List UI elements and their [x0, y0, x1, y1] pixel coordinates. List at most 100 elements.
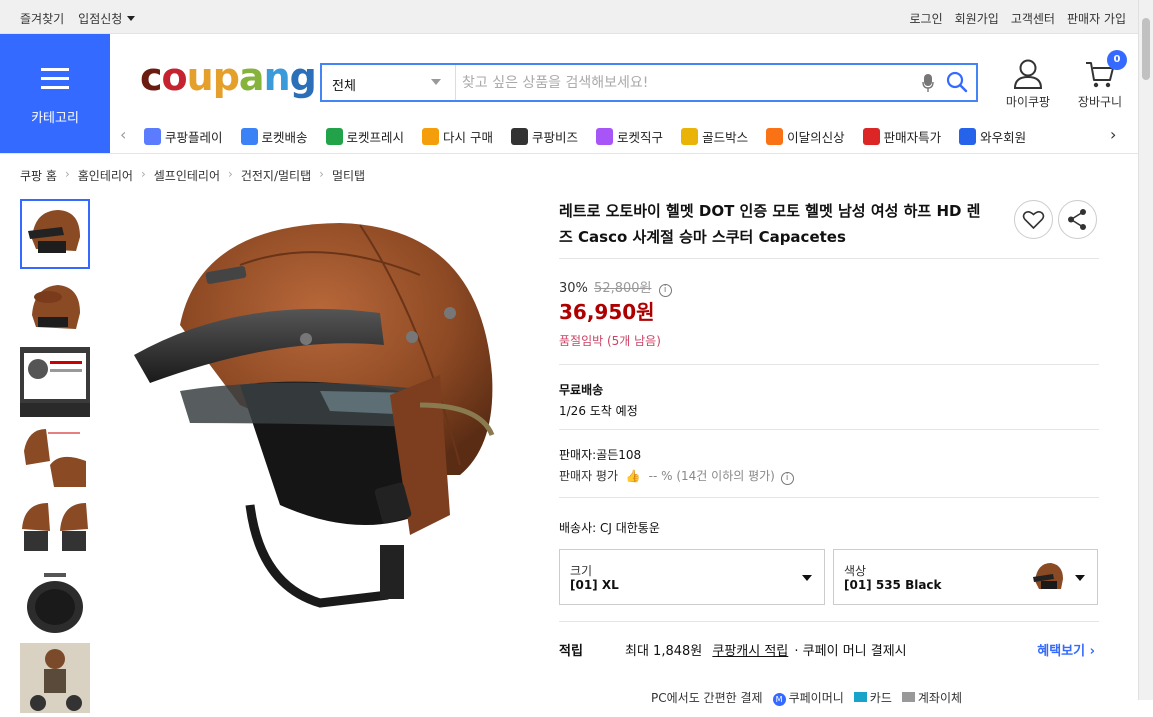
card-label: 카드 [869, 691, 892, 705]
hamburger-icon [41, 68, 69, 95]
biz-icon [511, 128, 529, 145]
divider [559, 258, 1099, 259]
quick-nav-item[interactable]: 와우회원 [959, 127, 1026, 146]
quick-nav-label: 다시 구매 [443, 130, 494, 145]
scrollbar-thumb[interactable] [1142, 18, 1150, 80]
bank-transfer[interactable]: 계좌이체 [901, 689, 962, 706]
seller-name[interactable]: 판매자:골든108 [559, 446, 641, 463]
seller-signup-link[interactable]: 판매자 가입 [1067, 10, 1126, 27]
coupang-logo[interactable]: coupang [140, 55, 317, 99]
size-select[interactable]: 크기 [01] XL [559, 549, 825, 605]
chevron-down-icon [431, 79, 441, 85]
product-thumbnail[interactable] [20, 273, 90, 343]
benefits-label: 혜택보기 [1037, 644, 1086, 659]
signup-link[interactable]: 회원가입 [955, 10, 999, 27]
seller-apply-link[interactable]: 입점신청 [78, 10, 136, 27]
cart-count-badge: 0 [1107, 50, 1127, 70]
search-category-select[interactable]: 전체 [322, 65, 456, 100]
shipping-type: 무료배송 [559, 383, 604, 397]
breadcrumb-item[interactable]: 건전지/멀티탭 [241, 167, 311, 184]
quick-nav-items: 쿠팡플레이 로켓배송 로켓프레시 다시 구매 쿠팡비즈 로켓직구 골드박스 이달의신상 판매자특… [144, 127, 1096, 146]
mycoupang-button[interactable]: 마이쿠팡 [1003, 58, 1053, 110]
price-discount-row: 30% 52,800원 i [559, 277, 672, 297]
size-label: 크기 [570, 564, 593, 578]
search-icon[interactable] [946, 71, 968, 97]
size-value: [01] XL [570, 578, 619, 592]
category-label: 카테고리 [31, 111, 79, 126]
cart-label: 장바구니 [1077, 95, 1123, 109]
quick-nav-item[interactable]: 쿠팡비즈 [511, 127, 578, 146]
stock-warning: 품절임박 (5개 남음) [559, 334, 661, 348]
category-menu-button[interactable]: 카테고리 [0, 34, 110, 153]
breadcrumb-item[interactable]: 셀프인테리어 [154, 167, 220, 184]
breadcrumb-item[interactable]: 홈인테리어 [78, 167, 133, 184]
quick-nav-item[interactable]: 골드박스 [681, 127, 748, 146]
product-info: 레트로 오토바이 헬멧 DOT 인증 모토 헬멧 남성 여성 하프 HD 렌즈 … [559, 198, 1099, 250]
product-thumbnail[interactable] [20, 495, 90, 565]
color-label: 색상 [844, 564, 867, 578]
top-utility-bar: 즐겨찾기 입점신청 로그인 회원가입 고객센터 판매자 가입 [0, 0, 1138, 34]
info-icon[interactable]: i [658, 284, 672, 297]
login-link[interactable]: 로그인 [910, 10, 943, 27]
seller-rating-note: (14건 이하의 평가) [676, 469, 775, 483]
quick-nav-item[interactable]: 이달의신상 [766, 127, 845, 146]
divider [559, 621, 1099, 622]
quick-nav-item[interactable]: 로켓배송 [240, 127, 308, 146]
quick-nav-item[interactable]: 로켓직구 [596, 127, 663, 146]
discount-rate: 30% [559, 281, 588, 296]
microphone-icon[interactable] [922, 73, 934, 97]
logo-letter: p [212, 55, 240, 99]
quick-nav-item[interactable]: 쿠팡플레이 [144, 127, 223, 146]
wishlist-button[interactable] [1014, 200, 1053, 239]
breadcrumb: 쿠팡 홈 › 홈인테리어 › 셀프인테리어 › 건전지/멀티탭 › 멀티탭 [20, 167, 365, 184]
rocket-global-icon [596, 128, 614, 145]
quick-nav-label: 쿠팡플레이 [165, 130, 223, 145]
product-thumbnail[interactable] [20, 421, 90, 491]
product-thumbnail[interactable] [20, 569, 90, 639]
divider [559, 429, 1099, 430]
coupay-label: 쿠페이머니 [788, 691, 844, 705]
customer-center-link[interactable]: 고객센터 [1011, 10, 1055, 27]
rocket-icon [240, 128, 258, 145]
info-icon[interactable]: i [780, 472, 794, 485]
share-button[interactable] [1058, 200, 1097, 239]
breadcrumb-item[interactable]: 멀티탭 [332, 167, 365, 184]
page-scrollbar[interactable] [1138, 0, 1153, 700]
seller-rating-label: 판매자 평가 [559, 469, 619, 483]
breadcrumb-item[interactable]: 쿠팡 홈 [20, 167, 57, 184]
coupang-cash-link[interactable]: 쿠팡캐시 적립 [712, 644, 788, 659]
payment-promo: PC에서도 간편한 결제 [651, 691, 763, 705]
chevron-right-icon: › [319, 167, 324, 181]
color-value: [01] 535 Black [844, 578, 942, 592]
original-price: 52,800원 [594, 281, 652, 296]
chevron-left-icon[interactable]: ‹ [120, 125, 126, 144]
quick-nav-item[interactable]: 판매자특가 [862, 127, 941, 146]
product-thumbnail[interactable] [20, 347, 90, 417]
rebuy-icon [422, 128, 440, 145]
quick-nav-label: 로켓배송 [261, 130, 308, 145]
quick-nav-label: 와우회원 [980, 130, 1027, 145]
color-select[interactable]: 색상 [01] 535 Black [833, 549, 1098, 605]
coupay-money[interactable]: M 쿠페이머니 [772, 689, 844, 706]
seller-apply-label: 입점신청 [78, 12, 123, 26]
logo-letter: n [263, 55, 291, 99]
thumbs-up-icon: 👍 [625, 469, 641, 483]
search-input[interactable] [462, 71, 902, 95]
card-payment[interactable]: 카드 [853, 689, 892, 706]
chevron-right-icon[interactable]: › [1110, 125, 1116, 144]
quick-nav-label: 쿠팡비즈 [532, 130, 579, 145]
product-thumbnail[interactable] [20, 643, 90, 713]
bookmark-link[interactable]: 즐겨찾기 [20, 10, 64, 27]
benefits-link[interactable]: 혜택보기 › [1037, 640, 1095, 659]
search-bar: 전체 [320, 63, 978, 102]
user-icon [1013, 59, 1043, 89]
quick-nav-label: 로켓직구 [617, 130, 664, 145]
product-thumbnail[interactable] [20, 199, 90, 269]
reward-text: 최대 1,848원 쿠팡캐시 적립 · 쿠페이 머니 결제시 [625, 640, 907, 659]
seller-rating-value: -- % [648, 469, 673, 483]
reward-amount: 최대 1,848원 [625, 644, 703, 659]
quick-nav-item[interactable]: 로켓프레시 [325, 127, 404, 146]
delivery-date: 1/26 도착 예정 [559, 404, 638, 418]
product-main-image[interactable] [120, 205, 540, 625]
quick-nav-item[interactable]: 다시 구매 [422, 127, 493, 146]
